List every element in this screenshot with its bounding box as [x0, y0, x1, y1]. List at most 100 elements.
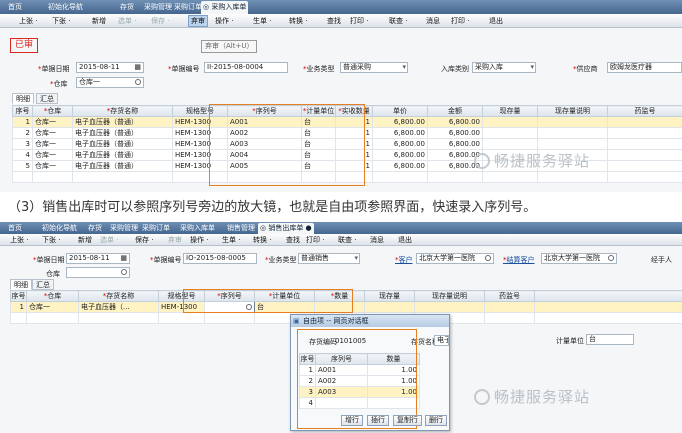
tab-sales-mgmt[interactable]: 销售管理: [225, 223, 257, 234]
next-button[interactable]: 下张 ·: [42, 234, 60, 246]
supplier-input[interactable]: 欧姆龙医疗器: [607, 62, 682, 73]
serial-magnifier-icon[interactable]: [246, 304, 252, 310]
magnifier-icon[interactable]: [608, 255, 614, 261]
tab-init-nav[interactable]: 初始化导航: [40, 223, 79, 234]
cell-item-name[interactable]: 电子血压器（普通）: [72, 160, 173, 172]
table-row[interactable]: 2 A002 1.00: [299, 375, 420, 387]
cell-amount[interactable]: 6,800.00: [427, 138, 483, 150]
cell-price[interactable]: 6,800.00: [372, 127, 428, 139]
cell-amount[interactable]: 6,800.00: [427, 116, 483, 128]
doc-no-input[interactable]: IO-2015-08-0005: [183, 253, 257, 264]
table-row[interactable]: 2 仓库一 电子血压器（普通） HEM-1300 A002 台 1 6,800.00 6,800…: [12, 127, 682, 139]
magnifier-icon[interactable]: [485, 255, 491, 261]
tab-purchase-order[interactable]: 采购订单: [140, 223, 172, 234]
table-row[interactable]: 1 仓库一 电子血压器（普通） HEM-1300 A001 台 1 6,800.00 6,800…: [12, 116, 682, 128]
tab-inventory[interactable]: 存货: [118, 1, 136, 14]
biz-type-select[interactable]: 普通采购: [340, 62, 408, 73]
doc-date-input[interactable]: 2015-08-11 ▦: [76, 62, 144, 73]
convert-button[interactable]: 转换 ·: [289, 15, 307, 27]
warehouse-input[interactable]: [66, 267, 130, 278]
exit-button[interactable]: 退出: [489, 15, 503, 27]
cell-qty[interactable]: [367, 397, 420, 409]
settle-customer-input[interactable]: 北京大学第一医院: [541, 253, 617, 264]
cell-warehouse[interactable]: 仓库一: [32, 149, 73, 161]
tab-init-nav[interactable]: 初始化导航: [46, 1, 85, 14]
cell-qty[interactable]: 1: [335, 127, 373, 139]
cell-serial[interactable]: A001: [315, 364, 368, 376]
cell-price[interactable]: 6,800.00: [372, 116, 428, 128]
find-button[interactable]: 查找: [327, 15, 341, 27]
gen-doc-button[interactable]: 生单 ·: [253, 15, 271, 27]
print-button[interactable]: 打印 ·: [350, 15, 368, 27]
save-button[interactable]: 保存 ·: [151, 15, 169, 27]
cell-price[interactable]: 6,800.00: [372, 160, 428, 172]
unapprove-button[interactable]: 弃审: [168, 234, 182, 246]
in-type-select[interactable]: 采购入库: [472, 62, 536, 73]
delete-row-button[interactable]: 删行: [425, 415, 447, 426]
cell-price[interactable]: 6,800.00: [372, 149, 428, 161]
magnifier-icon[interactable]: [121, 269, 127, 275]
message-button[interactable]: 消息: [426, 15, 440, 27]
cell-warehouse[interactable]: 仓库一: [26, 301, 79, 313]
cell-qty[interactable]: 1: [335, 138, 373, 150]
tab-purchase-order[interactable]: 采购订单: [172, 1, 204, 14]
prev-button[interactable]: 上张 ·: [10, 234, 28, 246]
cell-qty[interactable]: 1: [335, 160, 373, 172]
table-row[interactable]: 3 A003 1.00: [299, 386, 420, 398]
customer-link[interactable]: *客户: [395, 255, 413, 265]
cell-qty[interactable]: 1.00: [367, 364, 420, 376]
tab-summary[interactable]: 汇总: [32, 279, 54, 290]
cell-serial[interactable]: A002: [227, 127, 302, 139]
tab-home[interactable]: 首页: [6, 223, 24, 234]
table-row[interactable]: 3 仓库一 电子血压器（普通） HEM-1300 A003 台 1 6,800.00 6,800…: [12, 138, 682, 150]
exit-button[interactable]: 退出: [398, 234, 412, 246]
new-button[interactable]: 新增: [92, 15, 106, 27]
tab-purchase-receipt[interactable]: 采购入库单: [178, 223, 217, 234]
table-row[interactable]: 1 A001 1.00: [299, 364, 420, 376]
tab-detail[interactable]: 明细: [12, 93, 34, 104]
tab-detail[interactable]: 明细: [10, 279, 32, 290]
cell-item-name[interactable]: 电子血压器（普通）: [72, 116, 173, 128]
tab-inventory[interactable]: 存货: [86, 223, 104, 234]
cell-warehouse[interactable]: 仓库一: [32, 116, 73, 128]
cell-item-name[interactable]: 电子血压器（普通）: [72, 127, 173, 139]
select-button[interactable]: 选单 ·: [118, 15, 136, 27]
cell-serial[interactable]: A001: [227, 116, 302, 128]
cell-amount[interactable]: 6,800.00: [427, 127, 483, 139]
copy-row-button[interactable]: 复制行: [393, 415, 422, 426]
message-button[interactable]: 消息: [370, 234, 384, 246]
tab-purchase-mgmt[interactable]: 采购管理: [108, 223, 140, 234]
operate-button[interactable]: 操作 ·: [215, 15, 233, 27]
settle-customer-link[interactable]: *结算客户: [503, 255, 535, 265]
cell-qty[interactable]: [314, 301, 365, 313]
tab-summary[interactable]: 汇总: [36, 93, 58, 104]
print-button[interactable]: 打印 ·: [306, 234, 324, 246]
cell-warehouse[interactable]: 仓库一: [32, 160, 73, 172]
insert-row-button[interactable]: 插行: [367, 415, 389, 426]
table-row[interactable]: 4: [299, 397, 420, 409]
cell-item-name[interactable]: 电子血压器（普通）: [72, 149, 173, 161]
cell-serial[interactable]: A004: [227, 149, 302, 161]
cell-item-name[interactable]: 电子血压器（普通）: [72, 138, 173, 150]
calendar-icon[interactable]: ▦: [120, 254, 127, 263]
unapprove-button[interactable]: 弃审: [188, 15, 208, 27]
cell-item-name[interactable]: 电子血压器（...: [78, 301, 159, 313]
convert-button[interactable]: 转换 ·: [253, 234, 271, 246]
cell-serial[interactable]: A003: [227, 138, 302, 150]
tab-sales-outbound[interactable]: ◎ 销售出库单 ●: [258, 223, 314, 234]
calendar-icon[interactable]: ▦: [134, 63, 141, 72]
biz-type-select[interactable]: 普通销售: [298, 253, 360, 264]
tab-purchase-receipt[interactable]: ◎ 采购入库单: [201, 1, 249, 14]
warehouse-input[interactable]: 仓库一: [76, 77, 144, 88]
prev-button[interactable]: 上张 ·: [19, 15, 37, 27]
tab-home[interactable]: 首页: [6, 1, 24, 14]
print2-button[interactable]: 打印 ·: [451, 15, 469, 27]
linked-query-button[interactable]: 联查 ·: [389, 15, 407, 27]
doc-date-input[interactable]: 2015-08-11 ▦: [66, 253, 130, 264]
customer-input[interactable]: 北京大学第一医院: [416, 253, 494, 264]
cell-serial[interactable]: A005: [227, 160, 302, 172]
tab-purchase-mgmt[interactable]: 采购管理: [142, 1, 174, 14]
cell-serial[interactable]: [315, 397, 368, 409]
cell-warehouse[interactable]: 仓库一: [32, 138, 73, 150]
cell-qty[interactable]: 1: [335, 116, 373, 128]
